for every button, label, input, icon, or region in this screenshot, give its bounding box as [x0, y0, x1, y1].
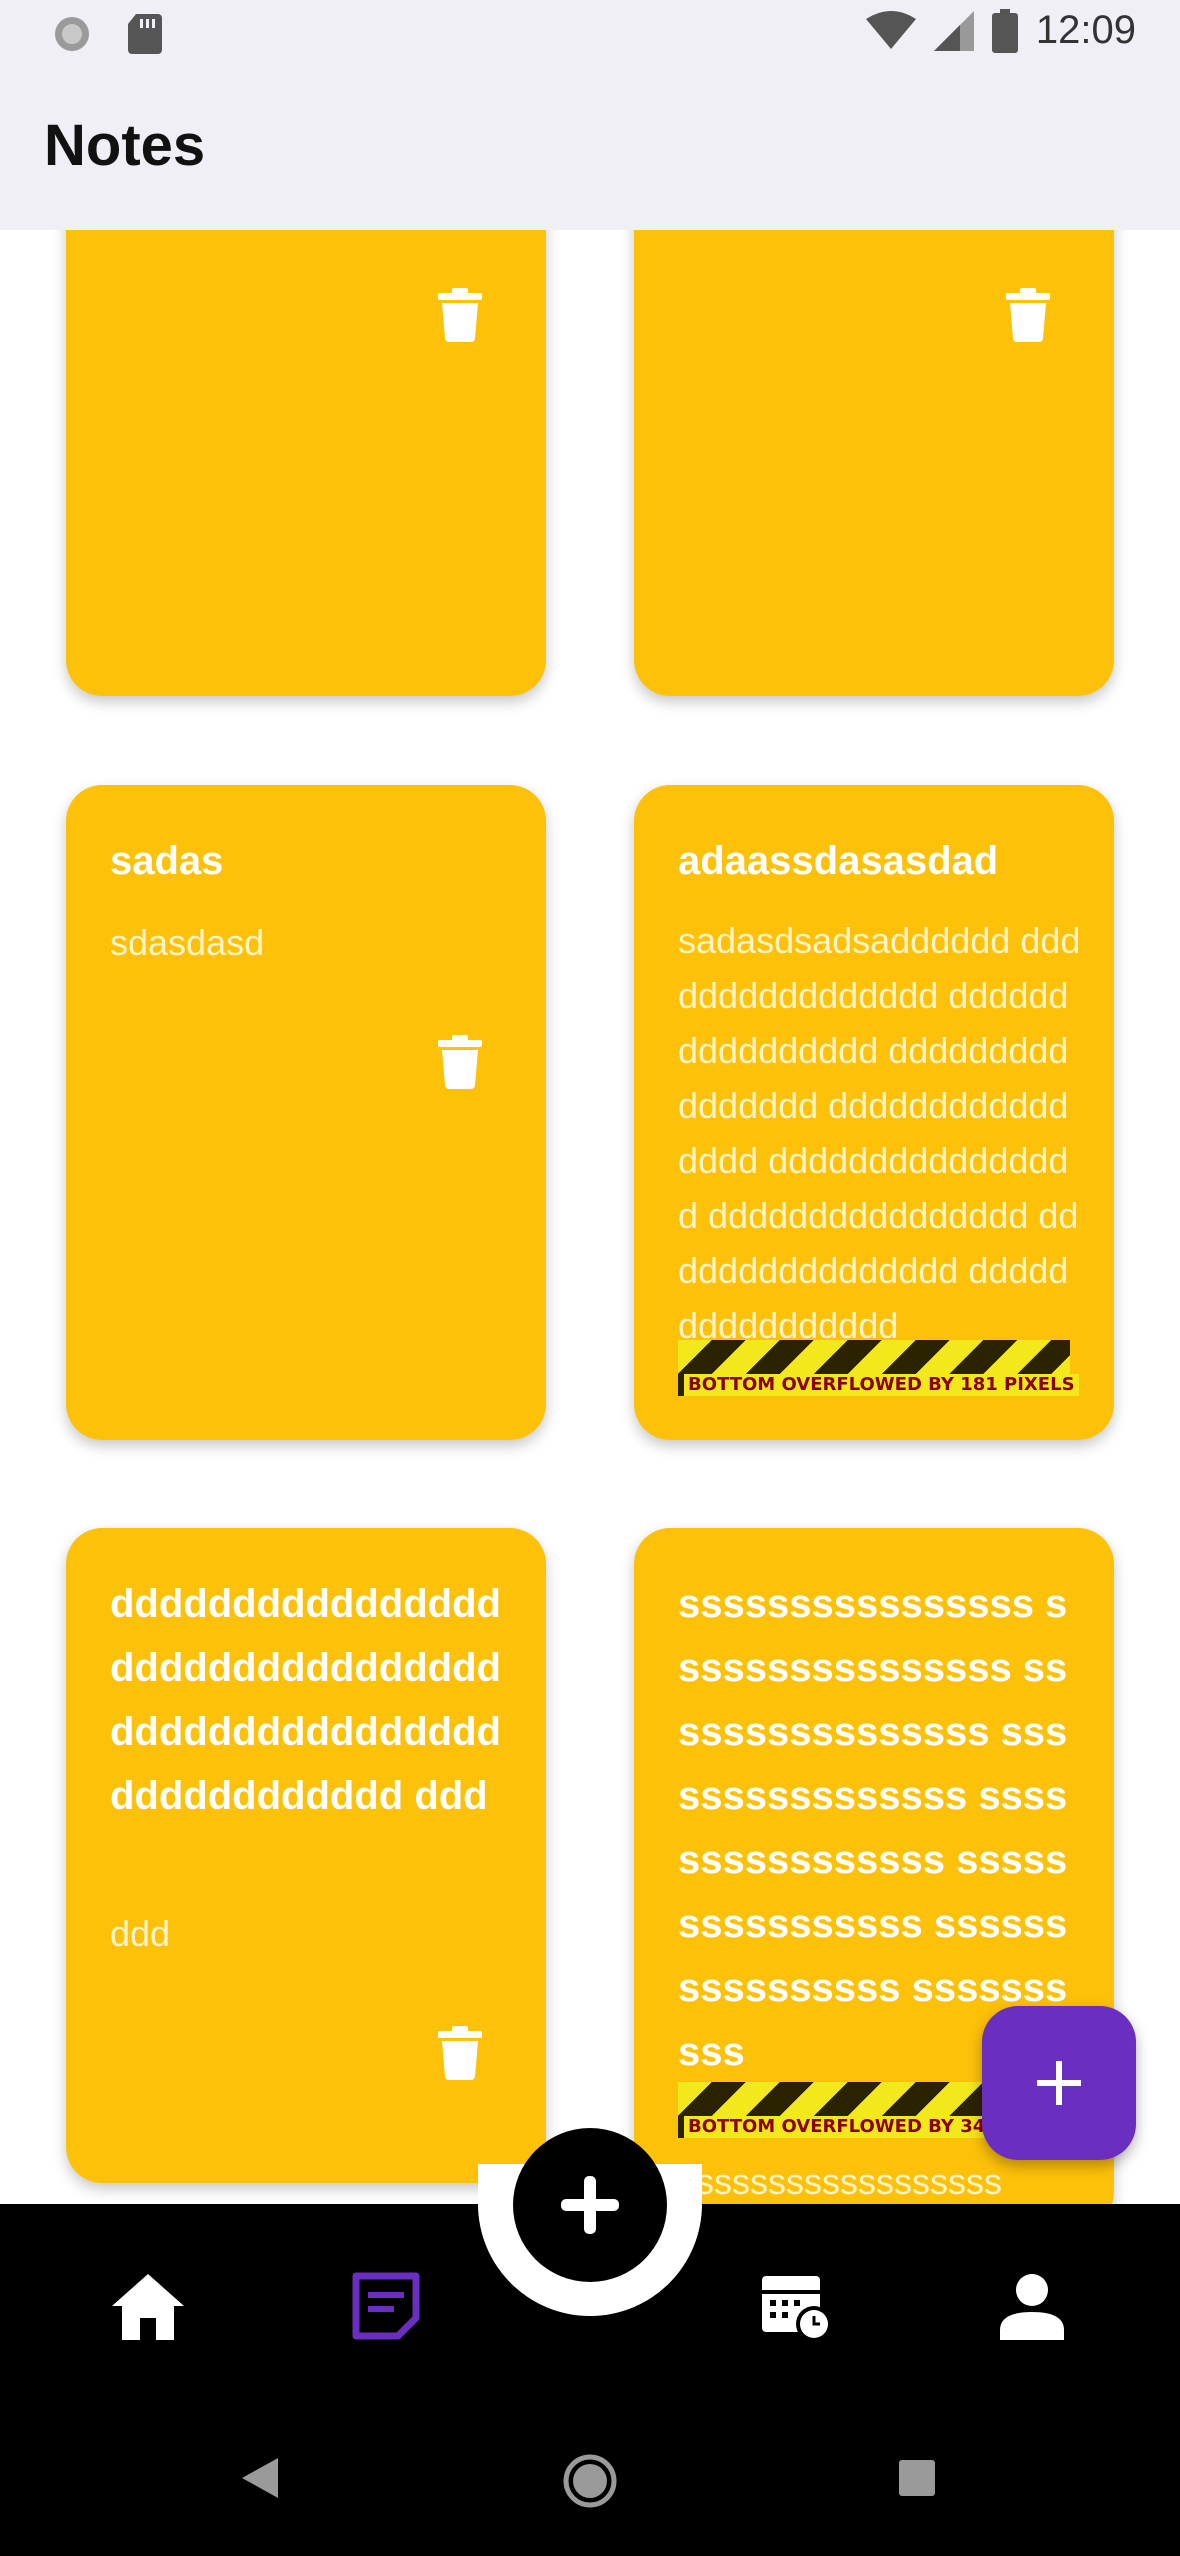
cell-signal-icon [933, 10, 974, 51]
app-bar: Notes [0, 72, 1180, 230]
clock: 12:09 [1035, 8, 1136, 52]
calendar-clock-icon[interactable] [756, 2266, 836, 2346]
sync-icon [55, 17, 89, 51]
notes-grid: sadas sdasdasd adaassdasasdad sadasdsads… [0, 230, 1180, 2204]
note-card[interactable] [66, 230, 546, 696]
recents-icon[interactable] [899, 2460, 935, 2496]
trash-icon[interactable] [438, 1035, 482, 1089]
page-title: Notes [44, 113, 206, 178]
back-icon[interactable] [242, 2458, 278, 2498]
note-body: sadasdsadsadddddd dddddddddddddddd ddddd… [678, 920, 1081, 1346]
trash-icon[interactable] [438, 2026, 482, 2080]
note-card[interactable]: adaassdasasdad sadasdsadsadddddd ddddddd… [634, 785, 1114, 1440]
person-icon[interactable] [992, 2266, 1072, 2346]
add-note-button[interactable] [982, 2006, 1136, 2160]
trash-icon[interactable] [1006, 288, 1050, 342]
note-title: sadas [110, 839, 224, 883]
status-bar: 12:09 [0, 0, 1180, 72]
note-body: ddd [110, 1913, 171, 1954]
note-card[interactable]: sadas sdasdasd [66, 785, 546, 1440]
trash-icon[interactable] [438, 288, 482, 342]
center-add-button[interactable] [513, 2128, 667, 2282]
note-title: dddddddddddddddddddddddddddddddddddddddd… [110, 1582, 501, 1818]
plus-icon [561, 2176, 619, 2234]
note-card[interactable] [634, 230, 1114, 696]
note-title: adaassdasasdad [678, 839, 999, 883]
wifi-icon [865, 10, 916, 49]
battery-icon [991, 8, 1018, 53]
home-icon[interactable] [108, 2266, 188, 2346]
sd-card-icon [128, 14, 162, 54]
note-card[interactable]: dddddddddddddddddddddddddddddddddddddddd… [66, 1528, 546, 2183]
overflow-warning-text: BOTTOM OVERFLOWED BY 181 PIXELS [684, 1374, 1079, 1396]
home-button-icon[interactable] [563, 2454, 617, 2508]
note-body: sdasdasd [110, 922, 265, 963]
notes-icon[interactable] [346, 2266, 426, 2346]
note-body: ssssssssssssssssss [678, 2161, 1002, 2202]
system-navigation-bar [0, 2404, 1180, 2556]
overflow-warning: BOTTOM OVERFLOWED BY 181 PIXELS [678, 1340, 1079, 1396]
plus-icon [1037, 2061, 1081, 2105]
